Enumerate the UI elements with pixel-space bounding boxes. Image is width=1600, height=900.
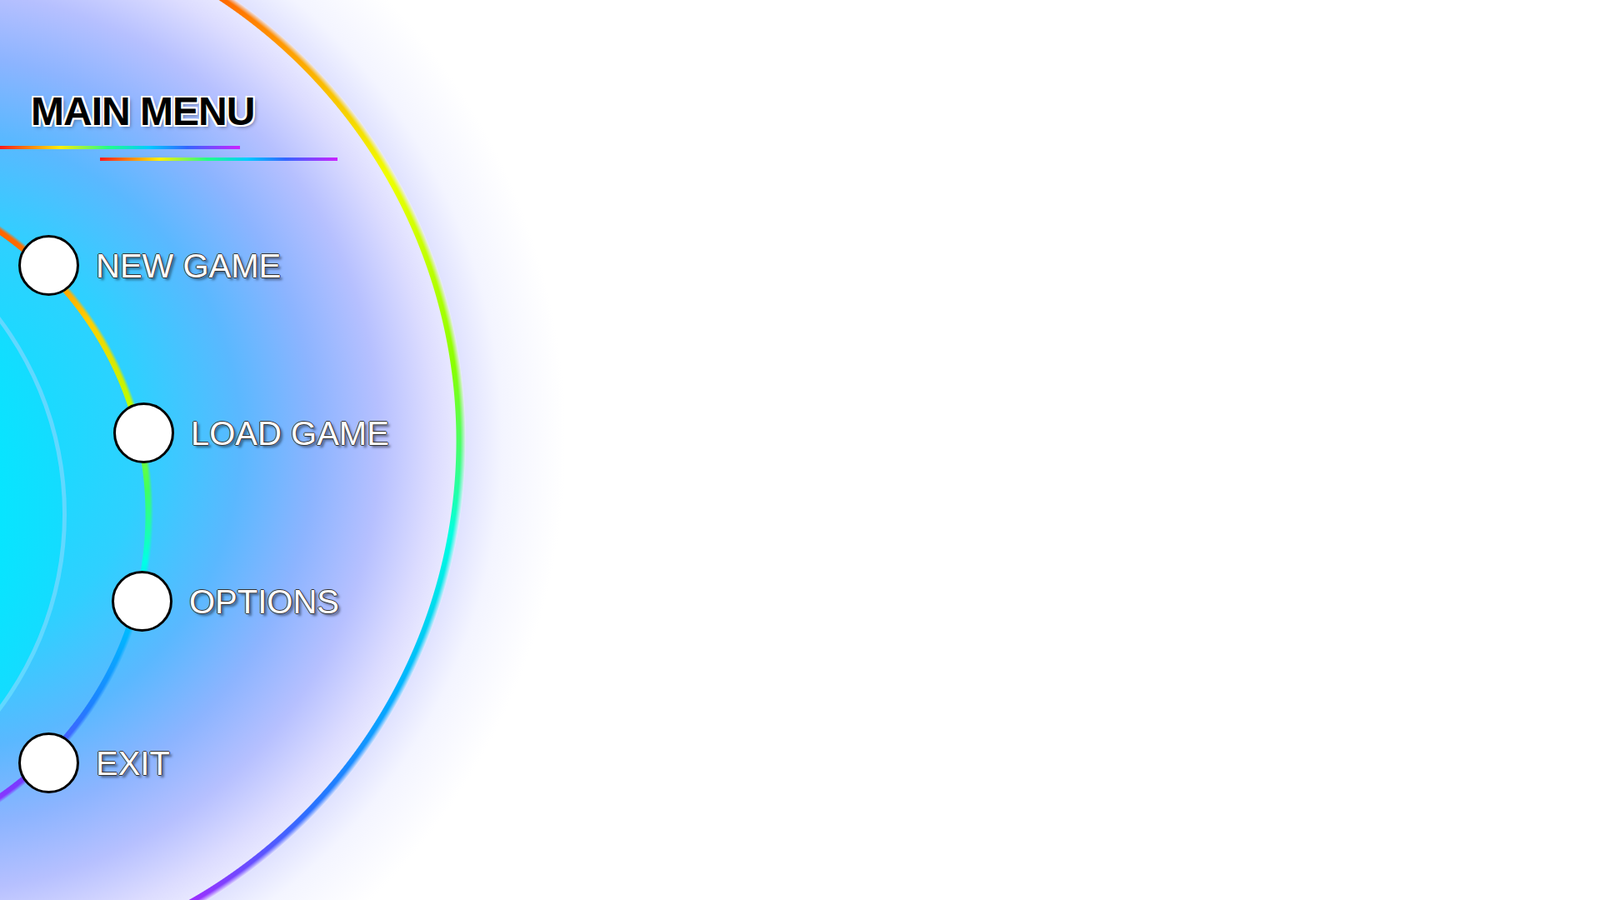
menu-item[interactable]: OPTIONS xyxy=(111,570,340,632)
menu-item-circle-icon xyxy=(18,732,80,794)
main-menu-screen: MAIN MENU NEW GAME LOAD GAME OPTIONS EXIT xyxy=(0,0,1600,900)
menu-item-label: OPTIONS xyxy=(189,581,340,622)
title-underline xyxy=(100,157,338,161)
menu-item-circle-icon xyxy=(111,570,173,632)
menu-item[interactable]: EXIT xyxy=(18,732,170,794)
menu-item[interactable]: LOAD GAME xyxy=(113,402,390,464)
menu-item[interactable]: NEW GAME xyxy=(18,235,281,296)
menu-item-label: LOAD GAME xyxy=(190,413,390,454)
menu-header: MAIN MENU xyxy=(0,0,1600,161)
menu-title: MAIN MENU xyxy=(30,90,1600,135)
menu-item-circle-icon xyxy=(113,402,175,464)
menu-item-label: EXIT xyxy=(95,743,170,784)
menu-item-circle-icon xyxy=(18,235,80,296)
menu-item-label: NEW GAME xyxy=(95,245,281,286)
title-underline xyxy=(0,145,240,150)
